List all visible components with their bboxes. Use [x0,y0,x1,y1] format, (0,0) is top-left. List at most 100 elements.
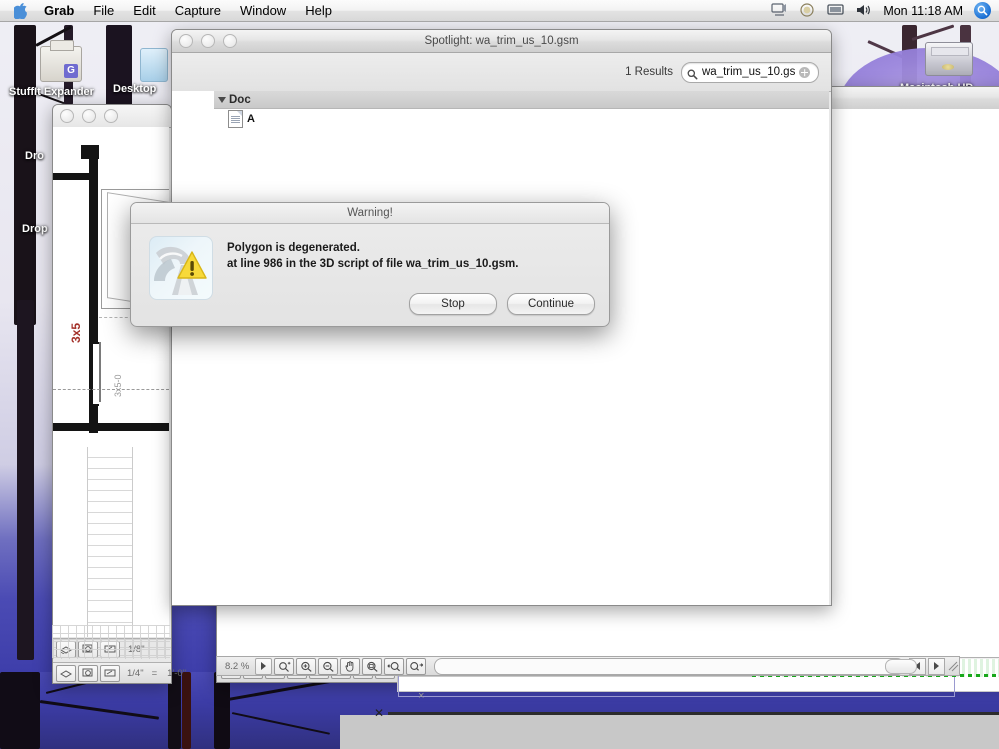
warning-dialog-message: Polygon is degenerated. at line 986 in t… [227,236,518,300]
document-icon [228,110,243,128]
stuffit-expander-icon: G [40,40,82,82]
desktop-icon-label-drop2: Drop [22,223,48,235]
centerline-dashed [53,389,169,390]
zoom-in-icon[interactable] [296,657,317,675]
volume-icon[interactable] [855,3,872,18]
stop-button[interactable]: Stop [409,293,497,315]
apple-logo-icon[interactable] [14,2,28,19]
plan-scale-left: 1/4" [127,667,144,679]
desktop-folder-icon [140,48,168,82]
plan-label-3x5: 3x5 [69,322,83,343]
plan-scale-bar-lower[interactable]: 1/4" = 1'-0" [53,662,186,683]
list-item-label: A [247,113,255,125]
archicad-plan-window[interactable]: 3x5 3x5-0 1/8" 1/4" = 1'-0" [52,104,186,684]
clear-search-icon[interactable] [799,66,811,78]
spotlight-sidebar [172,91,214,605]
plan-window-bottom-toolbar[interactable]: 8.2 % [216,656,960,676]
menu-item-grab[interactable]: Grab [44,3,74,18]
menu-bar-clock[interactable]: Mon 11:18 AM [883,4,963,18]
wall-horizontal [53,173,91,180]
spotlight-title: Spotlight: wa_trim_us_10.gsm [424,35,579,47]
spotlight-results-list[interactable]: Doc A [214,91,829,605]
tree-trunk [17,300,34,660]
warning-dialog-body: Polygon is degenerated. at line 986 in t… [131,224,609,300]
spotlight-search-row[interactable]: 1 Results wa_trim_us_10.gs [172,53,831,92]
horizon-line [388,712,999,715]
selection-x-marker: × [418,690,425,702]
menu-item-edit[interactable]: Edit [133,3,155,18]
resize-grip-icon[interactable] [947,659,959,674]
menu-item-capture[interactable]: Capture [175,3,221,18]
bluetooth-icon[interactable] [799,3,816,18]
tree-trunk [182,672,191,749]
scroll-right-arrow[interactable] [928,657,945,675]
origin-marker-icon: ✕ [374,706,385,720]
warning-dialog[interactable]: Warning! Polygon is degenerated. at line… [130,202,610,327]
zoom-percent-display: 8.2 % [225,660,250,672]
minimize-button[interactable] [201,34,215,48]
menu-item-help[interactable]: Help [305,3,332,18]
displays-icon[interactable] [771,3,788,18]
plan-scale-equals: = [151,667,158,679]
search-input[interactable]: wa_trim_us_10.gs [681,61,819,83]
zoom-detail-icon[interactable] [78,664,98,682]
gdl-warning-icon [149,236,213,300]
disclosure-triangle-icon[interactable] [218,96,226,103]
close-button[interactable] [60,109,74,123]
warning-dialog-buttons[interactable]: Stop Continue [409,293,595,315]
plan-label-3x5-0: 3x5-0 [113,374,123,397]
plan-window-buttons[interactable] [60,109,118,123]
warning-dialog-title: Warning! [131,203,609,224]
search-input-value[interactable]: wa_trim_us_10.gs [702,66,795,78]
update-icon[interactable] [100,664,120,682]
hatch-strip [87,447,133,637]
zoom-out-icon[interactable] [318,657,339,675]
magnifier-icon [687,67,698,79]
tree-branch [911,24,955,41]
warning-message-line1: Polygon is degenerated. [227,242,360,254]
scrollbar-thumb[interactable] [885,658,918,674]
pan-hand-icon[interactable] [340,657,361,675]
tree-trunk [214,672,230,749]
continue-button[interactable]: Continue [507,293,595,315]
spotlight-titlebar[interactable]: Spotlight: wa_trim_us_10.gsm [172,30,831,53]
airport-icon[interactable] [827,3,844,18]
menu-item-file[interactable]: File [93,3,114,18]
spotlight-search-icon[interactable] [974,2,991,19]
close-button[interactable] [179,34,193,48]
zoom-button[interactable] [104,109,118,123]
warning-message-line2: at line 986 in the 3D script of file wa_… [227,258,519,270]
menu-bar[interactable]: Grab File Edit Capture Window Help Mon 1… [0,0,999,22]
spotlight-group-label: Doc [229,93,251,106]
menu-item-window[interactable]: Window [240,3,286,18]
layers-icon[interactable] [56,664,76,682]
minimize-button[interactable] [82,109,96,123]
zoom-marquee-icon[interactable] [274,657,295,675]
desktop-icon-label-drop1: Dro [25,150,44,162]
bottom-canvas-area [340,715,999,749]
hard-drive-icon [925,42,973,76]
zoom-button[interactable] [223,34,237,48]
desktop-icon-stuffit-expander[interactable]: G [40,40,82,82]
scroll-right-step-icon[interactable] [255,657,273,675]
desktop-icon-macintosh-hd[interactable] [925,42,973,76]
plan-horizontal-scrollbar[interactable] [434,657,918,675]
plan-grid-backdrop [52,625,170,658]
right-arrow-icon [261,662,267,670]
plan-window-titlebar[interactable] [53,105,171,128]
desktop-icon-label-stuffit: StuffIt Expander [9,86,94,98]
spotlight-results-body[interactable]: Doc A [172,91,829,605]
next-zoom-icon[interactable] [406,657,427,675]
plan-scale-right: 1'-0" [167,667,187,679]
list-item[interactable]: A [214,109,829,129]
window-glass-line [99,342,101,402]
previous-zoom-icon[interactable] [384,657,405,675]
wall-segment [81,145,99,159]
spotlight-group-header[interactable]: Doc [214,91,829,109]
spotlight-results-count: 1 Results [625,66,673,78]
wall-horizontal [53,423,169,431]
fit-in-window-icon[interactable] [362,657,383,675]
desktop-icon-label-desktop: Desktop [113,83,157,95]
spotlight-window-buttons[interactable] [179,34,237,48]
desktop-icon-desktop-folder[interactable] [140,48,168,82]
